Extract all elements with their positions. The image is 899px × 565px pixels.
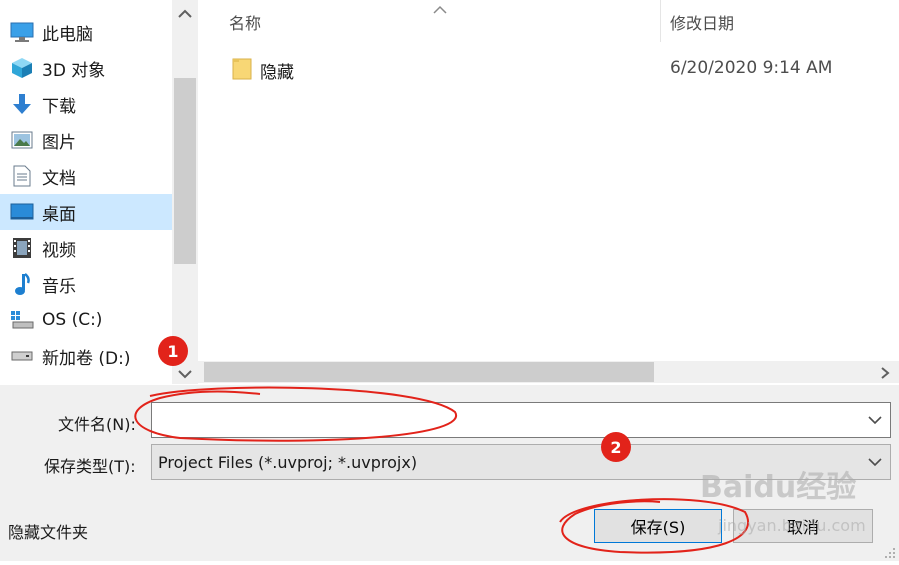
watermark: Baidu经验: [700, 470, 857, 505]
watermark-url: jingyan.baidu.com: [718, 516, 866, 535]
annotation-circle-filename: [134, 386, 458, 442]
annotation-badge-1: 1: [158, 336, 188, 366]
annotation-badge-2: 2: [601, 432, 631, 462]
